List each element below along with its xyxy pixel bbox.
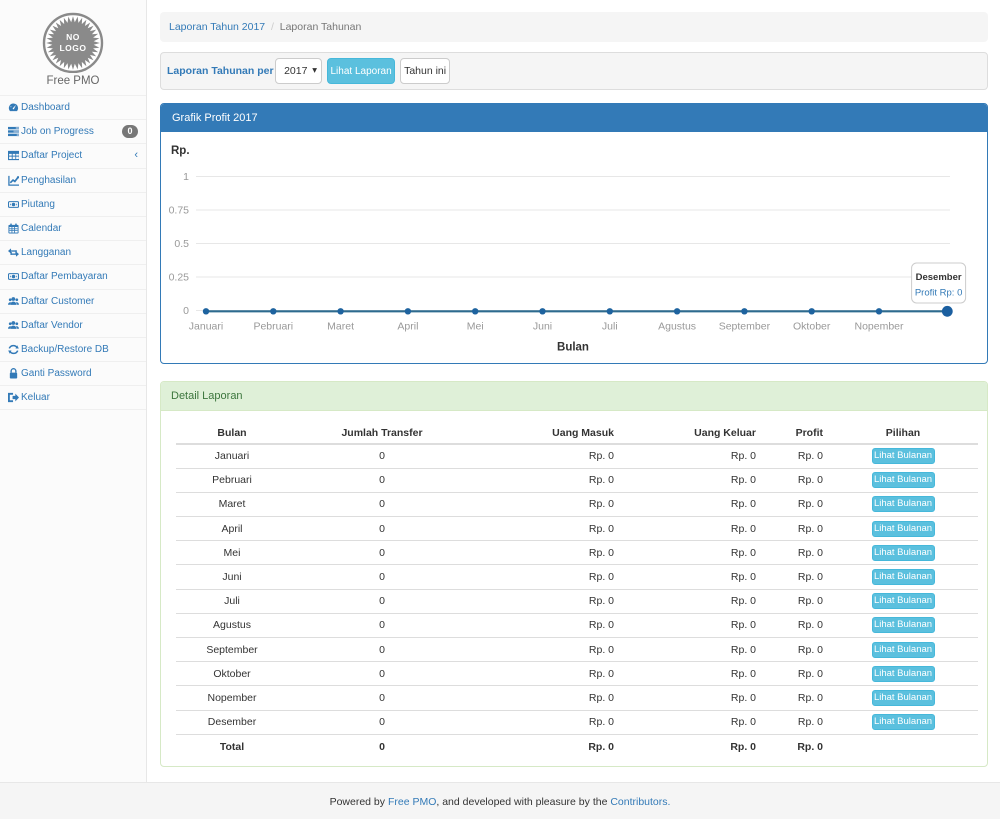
svg-text:0: 0 [183, 305, 189, 317]
svg-text:0.25: 0.25 [169, 272, 190, 284]
svg-text:NO: NO [66, 32, 80, 42]
svg-text:Rp.: Rp. [171, 145, 190, 157]
svg-text:September: September [719, 321, 771, 333]
svg-text:Pebruari: Pebruari [253, 321, 293, 333]
svg-text:0.5: 0.5 [174, 238, 189, 250]
svg-text:Maret: Maret [327, 321, 354, 333]
svg-text:Oktober: Oktober [793, 321, 831, 333]
svg-text:Juli: Juli [602, 321, 618, 333]
svg-text:Agustus: Agustus [658, 321, 696, 333]
svg-text:Mei: Mei [467, 321, 484, 333]
svg-text:LOGO: LOGO [59, 43, 86, 53]
svg-text:0.75: 0.75 [169, 205, 190, 217]
svg-text:Januari: Januari [189, 321, 223, 333]
svg-text:April: April [397, 321, 418, 333]
svg-text:Desember: Desember [916, 272, 962, 283]
svg-text:1: 1 [183, 171, 189, 183]
svg-text:Profit Rp: 0: Profit Rp: 0 [915, 288, 963, 299]
svg-text:Bulan: Bulan [557, 342, 589, 354]
svg-text:Nopember: Nopember [854, 321, 904, 333]
svg-text:Juni: Juni [533, 321, 552, 333]
